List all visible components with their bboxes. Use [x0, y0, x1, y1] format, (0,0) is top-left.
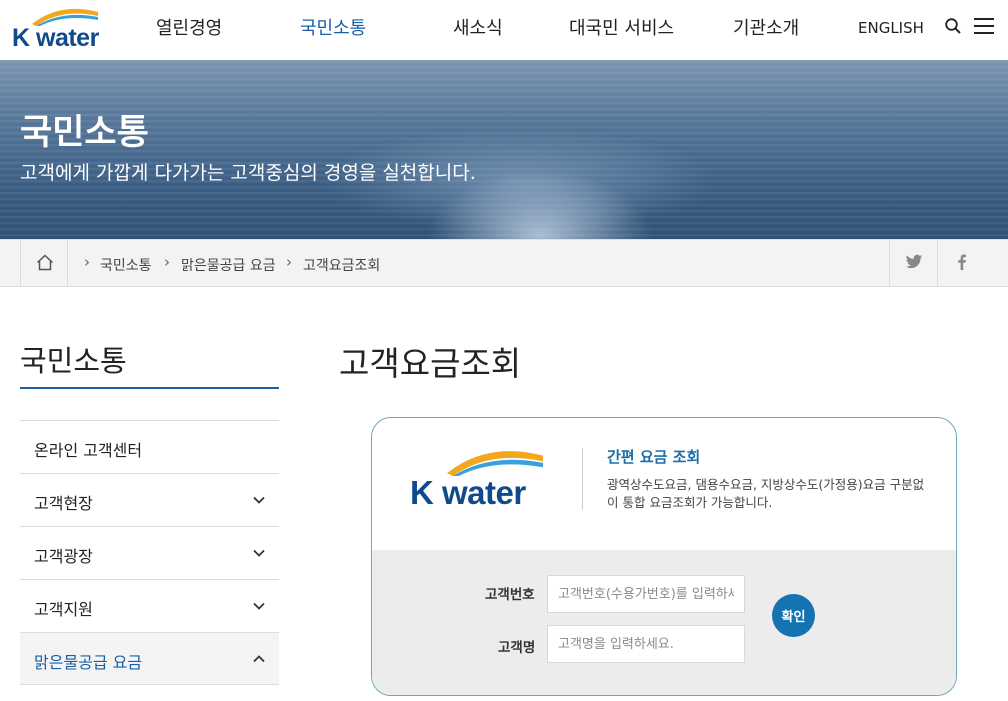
facebook-share-button[interactable] [937, 240, 1008, 286]
chevron-right-icon: › [84, 253, 90, 271]
sidebar-item-water-fee[interactable]: 맑은물공급 요금 [20, 632, 279, 685]
breadcrumb-item-water-fee[interactable]: 맑은물공급 요금 [181, 255, 276, 275]
site-header: K water 열린경영 국민소통 새소식 대국민 서비스 기관소개 ENGLI… [0, 0, 1008, 60]
customer-number-label: 고객번호 [485, 587, 535, 603]
sidebar-item-label: 온라인 고객센터 [34, 441, 143, 460]
sidebar-item-customer-plaza[interactable]: 고객광장 [20, 526, 279, 579]
nav-about[interactable]: 기관소개 [733, 14, 799, 40]
breadcrumb-item-communication[interactable]: 국민소통 [100, 255, 152, 275]
chevron-right-icon: › [164, 253, 170, 271]
card-description: 광역상수도요금, 댐용수요금, 지방상수도(가정용)요금 구분없이 통합 요금조… [607, 477, 925, 510]
sidebar-title-divider [20, 387, 279, 389]
logo-text: K water [410, 474, 526, 511]
customer-name-label: 고객명 [498, 640, 536, 656]
banner-title: 국민소통 [20, 113, 149, 153]
twitter-share-button[interactable] [889, 240, 937, 286]
english-link[interactable]: ENGLISH [858, 19, 924, 37]
confirm-button[interactable]: 확인 [772, 594, 815, 637]
sidebar-item-customer-support[interactable]: 고객지원 [20, 579, 279, 632]
logo-wave-icon [32, 8, 98, 26]
breadcrumb: › 국민소통 › 맑은물공급 요금 › 고객요금조회 [0, 239, 1008, 287]
fee-inquiry-card: K water 간편 요금 조회 광역상수도요금, 댐용수요금, 지방상수도(가… [371, 417, 957, 696]
kwater-logo[interactable]: K water [12, 4, 104, 52]
banner-subtitle: 고객에게 가깝게 다가가는 고객중심의 경영을 실천합니다. [20, 162, 476, 184]
customer-number-input[interactable] [547, 575, 745, 613]
home-button[interactable] [20, 240, 68, 286]
sidebar-item-label: 고객지원 [34, 600, 93, 619]
sidebar-item-label: 고객광장 [34, 547, 93, 566]
card-heading: 간편 요금 조회 [607, 448, 701, 466]
logo-wave-icon [447, 451, 543, 476]
hamburger-menu-icon[interactable] [973, 17, 995, 35]
sidebar-title: 국민소통 [20, 344, 127, 378]
chevron-down-icon [253, 549, 265, 557]
sidebar-item-customer-site[interactable]: 고객현장 [20, 473, 279, 526]
hero-banner: 국민소통 고객에게 가깝게 다가가는 고객중심의 경영을 실천합니다. [0, 60, 1008, 239]
search-icon[interactable] [944, 17, 962, 35]
logo-text: K water [12, 24, 99, 52]
sidebar-item-online-center[interactable]: 온라인 고객센터 [20, 420, 279, 473]
fee-inquiry-form: 고객번호 고객명 확인 [372, 550, 956, 695]
chevron-up-icon [253, 655, 265, 663]
nav-news[interactable]: 새소식 [453, 14, 503, 40]
card-divider [582, 448, 583, 510]
home-icon [36, 254, 54, 271]
breadcrumb-item-fee-inquiry[interactable]: 고객요금조회 [303, 255, 380, 275]
nav-public-service[interactable]: 대국민 서비스 [569, 14, 674, 40]
sidebar-item-label: 고객현장 [34, 494, 93, 513]
chevron-right-icon: › [286, 253, 292, 271]
kwater-card-logo: K water [410, 444, 552, 514]
customer-name-input[interactable] [547, 625, 745, 663]
nav-public-communication[interactable]: 국민소통 [300, 14, 366, 40]
page-title: 고객요금조회 [339, 344, 522, 383]
chevron-down-icon [253, 602, 265, 610]
twitter-icon [905, 254, 923, 269]
nav-open-management[interactable]: 열린경영 [156, 14, 222, 40]
sidebar-item-label: 맑은물공급 요금 [34, 653, 143, 672]
facebook-icon [958, 254, 966, 270]
chevron-down-icon [253, 496, 265, 504]
